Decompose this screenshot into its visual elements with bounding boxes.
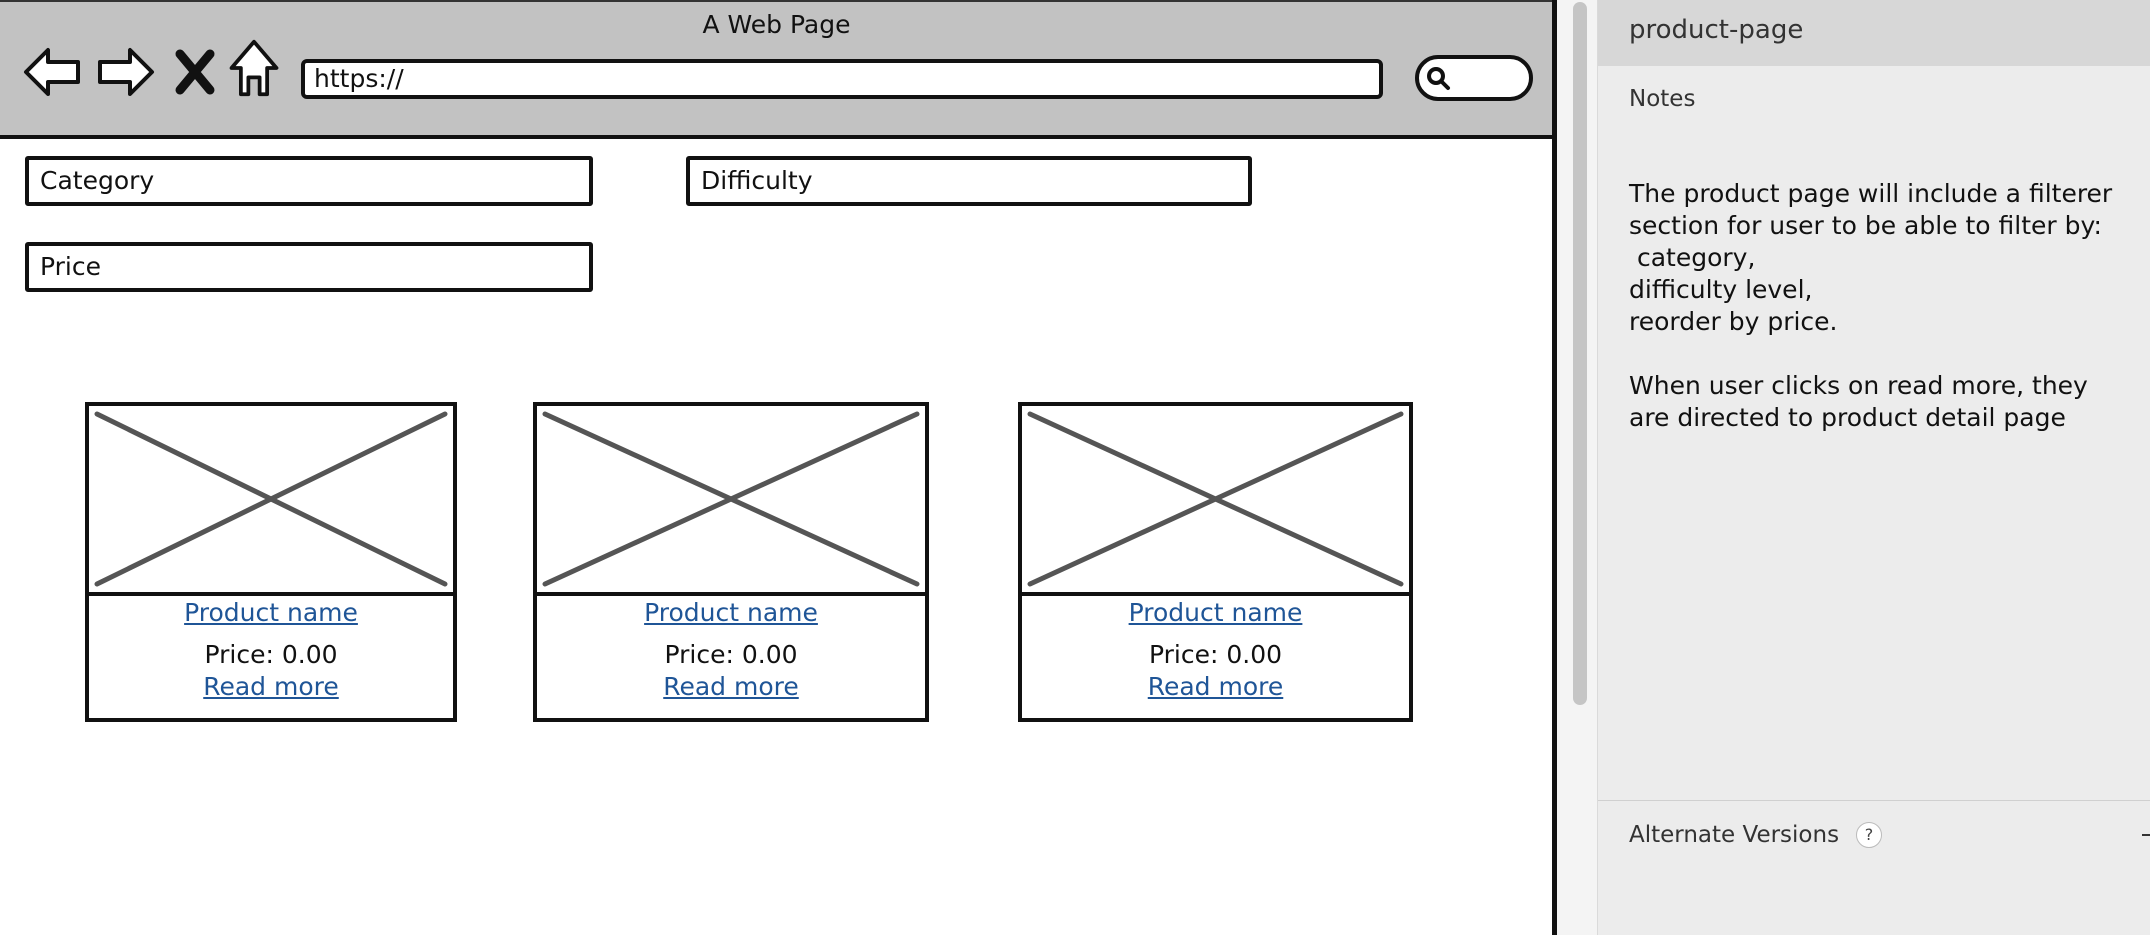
search-field[interactable] bbox=[1415, 55, 1533, 101]
page-name[interactable]: product-page bbox=[1629, 15, 1803, 45]
image-placeholder-icon bbox=[1027, 411, 1404, 587]
product-name-link[interactable]: Product name bbox=[89, 598, 453, 627]
image-placeholder-icon bbox=[542, 411, 920, 587]
product-image-placeholder bbox=[1022, 406, 1409, 596]
home-icon[interactable] bbox=[226, 38, 282, 98]
browser-bar: A Web Page https:// bbox=[0, 0, 1553, 139]
notes-label: Notes bbox=[1629, 86, 1696, 112]
read-more-link[interactable]: Read more bbox=[1022, 672, 1409, 701]
section-divider bbox=[1598, 800, 2150, 801]
product-card: Product name Price: 0.00 Read more bbox=[1018, 402, 1413, 722]
product-price: Price: 0.00 bbox=[1148, 640, 1283, 669]
url-input[interactable]: https:// bbox=[301, 59, 1383, 99]
help-icon[interactable]: ? bbox=[1856, 822, 1882, 848]
product-card: Product name Price: 0.00 Read more bbox=[533, 402, 929, 722]
price-filter[interactable]: Price bbox=[25, 242, 593, 292]
search-icon bbox=[1427, 67, 1450, 90]
wireframe-canvas: A Web Page https:// Category Difficulty … bbox=[0, 0, 1557, 935]
scrollbar-thumb[interactable] bbox=[1573, 2, 1587, 705]
alternate-versions-label: Alternate Versions bbox=[1629, 822, 1840, 848]
forward-arrow-icon[interactable] bbox=[94, 42, 158, 102]
product-name-link[interactable]: Product name bbox=[1022, 598, 1409, 627]
product-name-link[interactable]: Product name bbox=[537, 598, 925, 627]
product-image-placeholder bbox=[537, 406, 925, 596]
read-more-link[interactable]: Read more bbox=[89, 672, 453, 701]
product-card: Product name Price: 0.00 Read more bbox=[85, 402, 457, 722]
difficulty-filter[interactable]: Difficulty bbox=[686, 156, 1252, 206]
window-title: A Web Page bbox=[702, 10, 851, 39]
collapse-icon[interactable] bbox=[2142, 834, 2150, 836]
properties-panel: product-page Notes The product page will… bbox=[1598, 0, 2150, 935]
product-price: Price: 0.00 bbox=[664, 640, 798, 669]
notes-textarea[interactable]: The product page will include a filterer… bbox=[1629, 178, 2129, 434]
close-x-icon[interactable] bbox=[170, 42, 220, 102]
read-more-link[interactable]: Read more bbox=[537, 672, 925, 701]
back-arrow-icon[interactable] bbox=[20, 42, 84, 102]
panel-header: product-page bbox=[1598, 0, 2150, 66]
product-image-placeholder bbox=[89, 406, 453, 596]
image-placeholder-icon bbox=[94, 411, 448, 587]
product-price: Price: 0.00 bbox=[204, 640, 338, 669]
category-filter[interactable]: Category bbox=[25, 156, 593, 206]
